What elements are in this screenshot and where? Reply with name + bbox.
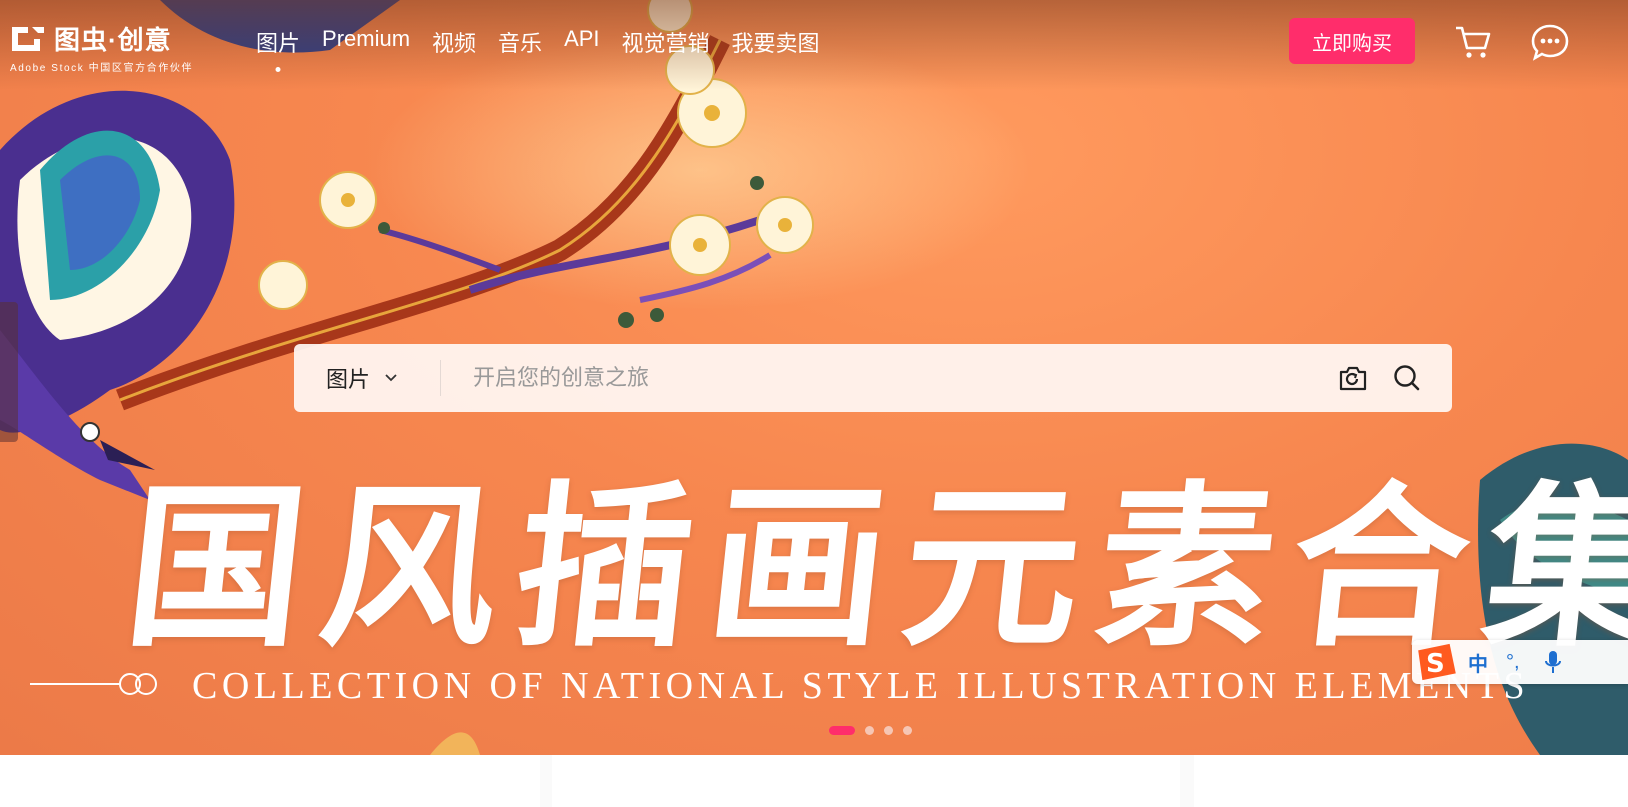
chevron-down-icon	[385, 374, 397, 382]
side-panel-tab[interactable]	[0, 302, 18, 442]
ime-punctuation-toggle[interactable]: °,	[1506, 651, 1520, 674]
svg-text:S: S	[1426, 649, 1445, 679]
sogou-logo-icon[interactable]: S	[1414, 642, 1458, 682]
site-logo[interactable]: 图虫·创意 Adobe Stock 中国区官方合作伙伴	[10, 20, 193, 74]
content-card[interactable]	[552, 755, 1180, 807]
nav-item-visual-marketing[interactable]: 视觉营销	[622, 26, 710, 58]
ring-ornament	[30, 673, 157, 695]
nav-item-premium[interactable]: Premium	[322, 26, 410, 58]
cart-icon[interactable]	[1453, 22, 1493, 62]
search-input[interactable]	[471, 364, 1315, 392]
nav-item-video[interactable]: 视频	[432, 26, 476, 58]
carousel-dot[interactable]	[884, 726, 893, 735]
content-strip	[0, 755, 1628, 807]
content-card[interactable]	[0, 755, 540, 807]
search-type-select[interactable]: 图片	[294, 362, 440, 394]
search-divider	[440, 360, 441, 396]
logo-tagline: Adobe Stock 中国区官方合作伙伴	[10, 63, 194, 74]
ime-toolbar: S 中 °,	[1412, 640, 1628, 684]
ime-mode-toggle[interactable]: 中	[1468, 648, 1488, 677]
content-card[interactable]	[1194, 755, 1628, 807]
camera-icon[interactable]	[1338, 364, 1368, 392]
search-type-label: 图片	[326, 367, 371, 392]
carousel-dot[interactable]	[903, 726, 912, 735]
nav-item-api[interactable]: API	[564, 26, 599, 58]
microphone-icon[interactable]	[1542, 649, 1564, 675]
logo-mark-icon	[12, 26, 44, 51]
banner-headline: 国风插画元素合集	[117, 464, 1628, 671]
nav-item-sell-images[interactable]: 我要卖图	[732, 26, 820, 58]
carousel-dot[interactable]	[829, 726, 855, 735]
search-icon[interactable]	[1393, 364, 1421, 392]
main-nav: 图片 Premium 视频 音乐 API 视觉营销 我要卖图	[256, 26, 842, 58]
banner-subtitle: COLLECTION OF NATIONAL STYLE ILLUSTRATIO…	[192, 665, 1530, 707]
buy-now-button[interactable]: 立即购买	[1289, 18, 1415, 64]
logo-name: 图虫·创意	[54, 25, 172, 55]
chat-icon[interactable]	[1530, 22, 1570, 62]
nav-item-images[interactable]: 图片	[256, 26, 300, 58]
carousel-indicators	[829, 726, 912, 735]
carousel-dot[interactable]	[865, 726, 874, 735]
search-bar: 图片	[294, 344, 1452, 412]
nav-item-music[interactable]: 音乐	[498, 26, 542, 58]
